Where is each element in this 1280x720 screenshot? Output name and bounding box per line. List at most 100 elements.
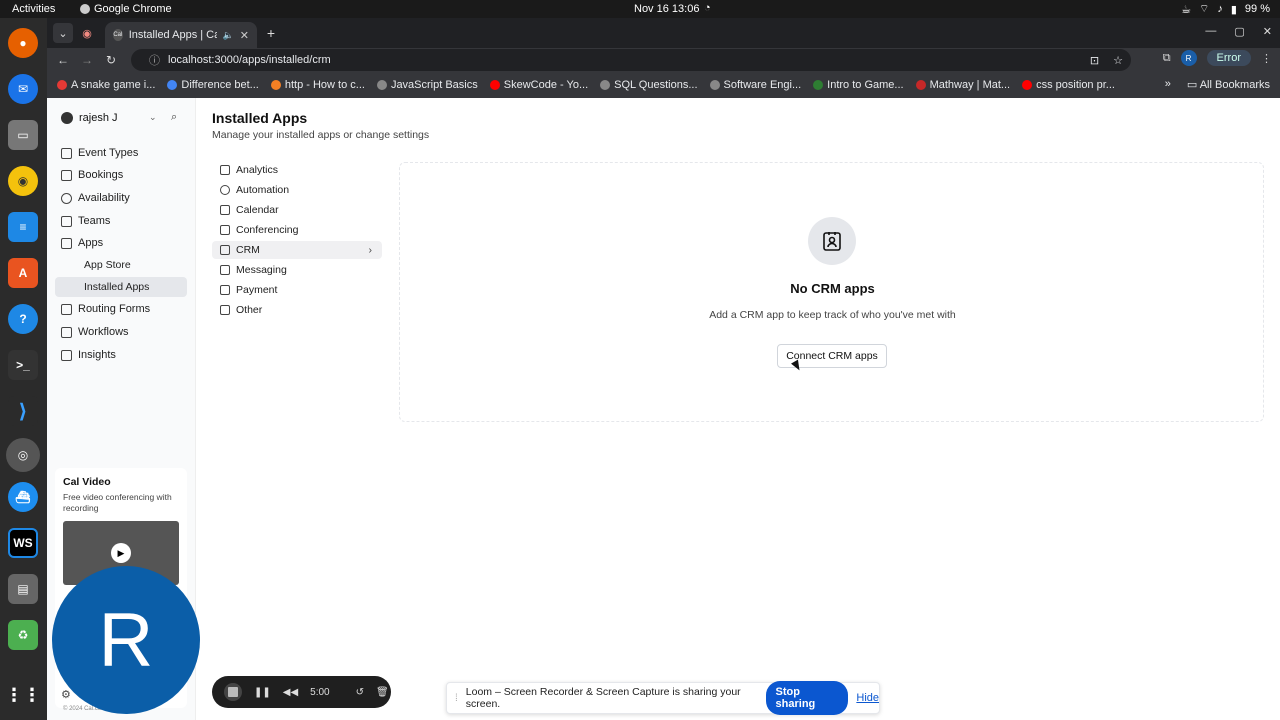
- chrome-icon: [80, 4, 90, 14]
- speaker-icon[interactable]: 🔈: [223, 30, 234, 41]
- profile-avatar[interactable]: R: [1180, 50, 1197, 66]
- hide-link[interactable]: Hide: [856, 692, 879, 704]
- search-icon[interactable]: ⌕: [171, 111, 177, 124]
- trash-icon[interactable]: 🗑: [376, 687, 389, 698]
- app-menu[interactable]: Google Chrome: [80, 3, 172, 15]
- tab-installed-apps[interactable]: Cal Installed Apps | Cal.co 🔈 ✕: [105, 22, 257, 48]
- extensions-icon[interactable]: ⧉: [1163, 52, 1171, 65]
- category-conferencing[interactable]: Conferencing: [212, 221, 382, 239]
- bookmark-item[interactable]: A snake game i...: [57, 79, 159, 91]
- all-bookmarks-button[interactable]: ▭ All Bookmarks: [1187, 78, 1270, 91]
- sidebar-item-app-store[interactable]: App Store: [55, 255, 187, 275]
- stop-recording-button[interactable]: [224, 683, 242, 701]
- sidebar-item-availability[interactable]: Availability: [55, 188, 187, 208]
- rhythmbox-icon[interactable]: ◉: [8, 166, 38, 196]
- webstorm-icon[interactable]: WS: [8, 528, 38, 558]
- activities-button[interactable]: Activities: [12, 3, 55, 15]
- forward-icon[interactable]: →: [75, 53, 99, 67]
- tab-title: Installed Apps | Cal.co: [128, 29, 217, 41]
- rewind-icon[interactable]: ◀◀: [283, 687, 298, 698]
- sidebar-item-teams[interactable]: Teams: [55, 211, 187, 231]
- stop-sharing-button[interactable]: Stop sharing: [765, 681, 849, 715]
- help-icon[interactable]: ?: [8, 304, 38, 334]
- drag-handle-icon[interactable]: ⁞: [455, 693, 458, 704]
- category-automation[interactable]: Automation: [212, 181, 382, 199]
- play-icon[interactable]: ▶: [111, 543, 131, 563]
- sidebar-item-event-types[interactable]: Event Types: [55, 143, 187, 163]
- restart-icon[interactable]: ↺: [356, 687, 364, 698]
- bookmark-favicon-icon: [600, 80, 611, 90]
- bell-icon: ◔: [704, 2, 711, 14]
- bar-chart-icon: [61, 349, 72, 361]
- category-crm[interactable]: CRM ›: [212, 241, 382, 259]
- bookmark-item[interactable]: http - How to c...: [270, 79, 369, 91]
- toolbar-right: ⧉ R Error ⋮: [1163, 50, 1272, 66]
- chrome-icon[interactable]: ◎: [6, 438, 40, 472]
- gear-icon[interactable]: ⚙: [61, 688, 71, 701]
- system-tray[interactable]: ☕ ⌔ ♪ ▮ 99 %: [1181, 2, 1270, 16]
- url-text: localhost:3000/apps/installed/crm: [168, 54, 331, 66]
- bar-chart-icon: [220, 165, 230, 175]
- close-tab-icon[interactable]: ✕: [240, 29, 249, 42]
- vscode-icon[interactable]: ⟩: [8, 396, 38, 426]
- chevron-down-icon[interactable]: ⌄: [149, 112, 157, 123]
- bookmark-star-icon[interactable]: ☆: [1113, 54, 1123, 67]
- sidebar-item-insights[interactable]: Insights: [55, 345, 187, 365]
- volume-icon: ♪: [1217, 3, 1223, 15]
- bookmark-item[interactable]: Mathway | Mat...: [915, 79, 1015, 91]
- site-info-icon[interactable]: ⓘ: [149, 52, 160, 68]
- sidebar-item-bookings[interactable]: Bookings: [55, 165, 187, 185]
- tab-search-button[interactable]: ⌄: [53, 23, 73, 43]
- minimize-icon[interactable]: —: [1205, 25, 1216, 38]
- bookmark-label: JavaScript Basics: [390, 79, 478, 91]
- app-grid-icon[interactable]: ⋮⋮: [5, 680, 41, 710]
- bookmark-item[interactable]: Intro to Game...: [813, 79, 907, 91]
- trash-icon[interactable]: ♻: [8, 620, 38, 650]
- bookmark-label: Mathway | Mat...: [929, 79, 1011, 91]
- install-icon[interactable]: ⊡: [1090, 54, 1099, 67]
- bookmark-label: Software Engi...: [723, 79, 802, 91]
- address-bar[interactable]: ⓘ localhost:3000/apps/installed/crm ⊡ ☆: [131, 49, 1131, 71]
- more-bookmarks-icon[interactable]: »: [1165, 78, 1171, 91]
- category-messaging[interactable]: Messaging: [212, 261, 382, 279]
- drive-icon[interactable]: ▤: [8, 574, 38, 604]
- back-icon[interactable]: ←: [51, 53, 75, 67]
- category-calendar[interactable]: Calendar: [212, 201, 382, 219]
- clock[interactable]: Nov 16 13:06: [634, 3, 699, 15]
- menu-kebab-icon[interactable]: ⋮: [1261, 52, 1272, 65]
- bookmark-item[interactable]: Difference bet...: [167, 79, 262, 91]
- sidebar-item-apps[interactable]: Apps: [55, 233, 187, 253]
- bookmark-item[interactable]: css position pr...: [1022, 79, 1119, 91]
- page-subtitle: Manage your installed apps or change set…: [212, 129, 430, 141]
- pause-icon[interactable]: ❚❚: [254, 687, 271, 698]
- sidebar-item-workflows[interactable]: Workflows: [55, 322, 187, 342]
- category-payment[interactable]: Payment: [212, 281, 382, 299]
- category-analytics[interactable]: Analytics: [212, 161, 382, 179]
- screen-share-notice: ⁞ Loom – Screen Recorder & Screen Captur…: [446, 681, 880, 715]
- reload-icon[interactable]: ↻: [99, 53, 123, 67]
- error-button[interactable]: Error: [1206, 50, 1251, 66]
- recording-icon[interactable]: ◉: [77, 23, 97, 43]
- thunderbird-icon[interactable]: ✉: [8, 74, 38, 104]
- sidebar-item-label: Workflows: [78, 326, 129, 338]
- docker-icon[interactable]: ⛴: [8, 482, 38, 512]
- category-label: Automation: [236, 184, 290, 196]
- terminal-icon[interactable]: >_: [8, 350, 38, 380]
- user-menu[interactable]: rajesh J ⌄ ⌕: [61, 111, 177, 124]
- bookmark-item[interactable]: SQL Questions...: [600, 79, 701, 91]
- bookmark-item[interactable]: SkewCode - Yo...: [489, 79, 592, 91]
- maximize-icon[interactable]: ▢: [1234, 25, 1244, 38]
- app-center-icon[interactable]: A: [8, 258, 38, 288]
- bookmark-item[interactable]: Software Engi...: [709, 79, 806, 91]
- close-window-icon[interactable]: ✕: [1263, 25, 1272, 38]
- files-icon[interactable]: ▭: [8, 120, 38, 150]
- empty-state-title: No CRM apps: [790, 281, 875, 296]
- camera-bubble-avatar[interactable]: R: [52, 566, 200, 714]
- new-tab-button[interactable]: +: [261, 23, 281, 43]
- bookmark-item[interactable]: JavaScript Basics: [376, 79, 482, 91]
- category-other[interactable]: Other: [212, 301, 382, 319]
- writer-icon[interactable]: ≡: [8, 212, 38, 242]
- sidebar-item-routing-forms[interactable]: Routing Forms: [55, 299, 187, 319]
- sidebar-item-installed-apps[interactable]: Installed Apps: [55, 277, 187, 297]
- firefox-icon[interactable]: ●: [8, 28, 38, 58]
